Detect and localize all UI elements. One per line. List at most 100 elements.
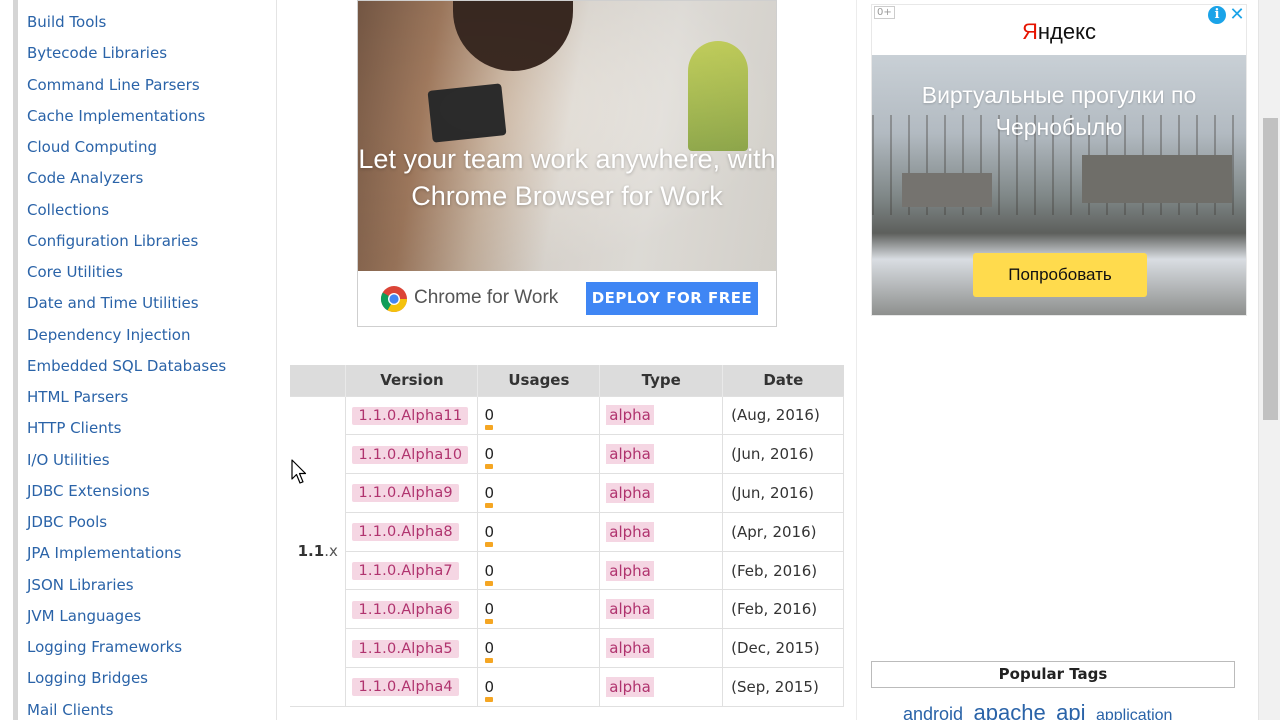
usages-column-header: Usages [477, 365, 600, 396]
category-link-code-analyzers[interactable]: Code Analyzers [27, 167, 226, 198]
category-link-collections[interactable]: Collections [27, 199, 226, 230]
table-row: 1.1.0.Alpha10 0 alpha (Jun, 2016) [290, 434, 844, 475]
category-link-date-time-utilities[interactable]: Date and Time Utilities [27, 292, 226, 323]
usage-count[interactable]: 0 [484, 484, 494, 508]
popular-tags-heading: Popular Tags [871, 661, 1235, 688]
table-row: 1.1.0.Alpha8 0 alpha (Apr, 2016) [290, 511, 844, 552]
column-divider [856, 0, 857, 720]
tag-cloud: android apache api application [903, 700, 1243, 720]
usage-count[interactable]: 0 [484, 562, 494, 586]
version-group-cell: 1.1.x [290, 395, 347, 707]
age-rating-badge: 0+ [874, 6, 895, 19]
category-link-cloud-computing[interactable]: Cloud Computing [27, 136, 226, 167]
tag-link[interactable]: api [1056, 700, 1085, 720]
chrome-logo-icon [380, 286, 408, 313]
category-link-jdbc-pools[interactable]: JDBC Pools [27, 511, 226, 542]
ad-building-image [902, 173, 992, 207]
usage-count[interactable]: 0 [484, 445, 494, 470]
category-link-html-parsers[interactable]: HTML Parsers [27, 386, 226, 417]
release-date: (Sep, 2015) [722, 667, 844, 707]
scrollbar-thumb[interactable] [1263, 118, 1278, 420]
category-link-embedded-sql-databases[interactable]: Embedded SQL Databases [27, 355, 226, 386]
type-badge: alpha [606, 405, 654, 426]
usage-bar [485, 658, 494, 664]
usage-bar [485, 541, 494, 547]
version-link[interactable]: 1.1.0.Alpha5 [352, 639, 459, 658]
deploy-for-free-button[interactable]: DEPLOY FOR FREE [586, 282, 758, 315]
category-link-http-clients[interactable]: HTTP Clients [27, 417, 226, 448]
category-link-logging-frameworks[interactable]: Logging Frameworks [27, 636, 226, 667]
usage-count[interactable]: 0 [484, 406, 494, 431]
type-badge: alpha [606, 521, 654, 542]
ad-building-image [1082, 155, 1232, 203]
category-link-mail-clients[interactable]: Mail Clients [27, 699, 226, 720]
table-row: 1.1.x 1.1.0.Alpha11 0 alpha (Aug, 2016) [290, 395, 844, 707]
tag-link[interactable]: application [1096, 707, 1173, 720]
type-badge: alpha [606, 444, 654, 465]
category-link-logging-bridges[interactable]: Logging Bridges [27, 667, 226, 698]
usage-count[interactable]: 0 [484, 600, 494, 625]
category-link-bytecode-libraries[interactable]: Bytecode Libraries [27, 42, 226, 73]
version-link[interactable]: 1.1.0.Alpha10 [352, 445, 469, 464]
usage-count[interactable]: 0 [484, 639, 494, 664]
version-link[interactable]: 1.1.0.Alpha7 [352, 562, 459, 581]
version-column-header: Version [345, 365, 478, 396]
category-link-cache-implementations[interactable]: Cache Implementations [27, 105, 226, 136]
table-row: 1.1.0.Alpha7 0 alpha (Feb, 2016) [290, 550, 844, 591]
usage-bar [485, 425, 494, 431]
ad-headline: Let your team work anywhere, with Chrome… [358, 144, 776, 211]
release-date: (Aug, 2016) [722, 395, 844, 436]
version-link[interactable]: 1.1.0.Alpha6 [352, 600, 459, 619]
version-link[interactable]: 1.1.0.Alpha4 [352, 678, 459, 697]
usage-bar [485, 696, 494, 702]
version-link[interactable]: 1.1.0.Alpha9 [352, 484, 459, 503]
type-badge: alpha [606, 560, 654, 581]
category-link-jdbc-extensions[interactable]: JDBC Extensions [27, 480, 226, 511]
page-scrollbar[interactable] [1258, 0, 1280, 720]
version-link[interactable]: 1.1.0.Alpha11 [352, 406, 469, 425]
category-list: Build Tools Bytecode Libraries Command L… [27, 11, 226, 720]
usage-count[interactable]: 0 [484, 523, 494, 547]
release-date: (Jun, 2016) [722, 473, 844, 513]
tag-link[interactable]: android [903, 704, 963, 720]
category-link-jpa-implementations[interactable]: JPA Implementations [27, 542, 226, 573]
category-link-configuration-libraries[interactable]: Configuration Libraries [27, 230, 226, 261]
version-group-suffix: .x [324, 542, 338, 561]
versions-table: Version Usages Type Date 1.1.x 1.1.0.Alp… [290, 365, 844, 707]
category-link-command-line-parsers[interactable]: Command Line Parsers [27, 74, 226, 105]
type-badge: alpha [606, 599, 654, 620]
tag-link[interactable]: apache [974, 700, 1046, 720]
yandex-logo: Яндекс [1022, 19, 1096, 44]
usage-bar [485, 619, 494, 625]
category-link-dependency-injection[interactable]: Dependency Injection [27, 324, 226, 355]
category-link-build-tools[interactable]: Build Tools [27, 11, 226, 42]
release-date: (Feb, 2016) [722, 589, 844, 630]
category-link-io-utilities[interactable]: I/O Utilities [27, 449, 226, 480]
mouse-cursor-icon [291, 459, 307, 484]
version-link[interactable]: 1.1.0.Alpha8 [352, 523, 459, 542]
chrome-ad-banner[interactable]: Let your team work anywhere, with Chrome… [357, 0, 777, 327]
usage-count[interactable]: 0 [484, 678, 494, 702]
category-sidebar: Build Tools Bytecode Libraries Command L… [0, 0, 277, 720]
table-header-row: Version Usages Type Date [290, 365, 844, 396]
type-badge: alpha [606, 676, 654, 697]
ad-title: Виртуальные прогулки по Чернобылю [921, 82, 1197, 140]
category-link-core-utilities[interactable]: Core Utilities [27, 261, 226, 292]
release-date: (Dec, 2015) [722, 628, 844, 669]
sidebar-accent-strip [13, 0, 18, 720]
usage-bar [485, 502, 494, 508]
try-button[interactable]: Попробовать [973, 253, 1147, 297]
table-row: 1.1.0.Alpha4 0 alpha (Sep, 2015) [290, 667, 844, 707]
table-row: 1.1.0.Alpha6 0 alpha (Feb, 2016) [290, 589, 844, 630]
version-group-label: 1.1 [297, 542, 325, 561]
category-link-json-libraries[interactable]: JSON Libraries [27, 574, 226, 605]
type-badge: alpha [606, 482, 654, 503]
release-date: (Jun, 2016) [722, 434, 844, 475]
usage-bar [485, 580, 494, 586]
release-date: (Feb, 2016) [722, 550, 844, 591]
yandex-ad-banner[interactable]: 0+ i ✕ Яндекс Виртуальные прогулки по Че… [871, 4, 1247, 316]
ad-photo [358, 1, 776, 271]
date-column-header: Date [722, 365, 844, 396]
category-link-jvm-languages[interactable]: JVM Languages [27, 605, 226, 636]
usage-bar [485, 464, 494, 470]
